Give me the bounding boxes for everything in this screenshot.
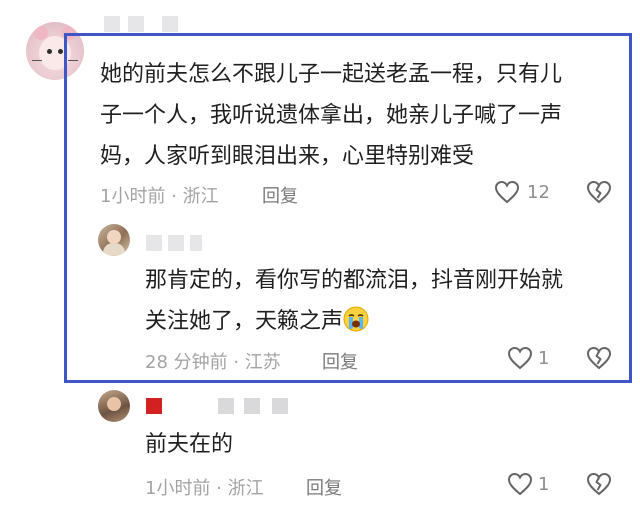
- username-blur: [190, 235, 202, 251]
- broken-heart-icon[interactable]: [586, 180, 612, 204]
- username-blur: [168, 235, 184, 251]
- comment-meta: 1小时前 · 浙江: [145, 478, 264, 499]
- username-blur: [162, 16, 178, 32]
- reply-button[interactable]: 回复: [306, 474, 342, 500]
- like-count: 12: [527, 182, 550, 203]
- comment-meta: 1小时前 · 浙江: [100, 186, 219, 207]
- like-count: 1: [538, 348, 550, 369]
- broken-heart-icon[interactable]: [586, 346, 612, 370]
- username-blur: [244, 398, 260, 414]
- comment-line: 关注她了，天籁之声: [145, 301, 369, 342]
- reply-button[interactable]: 回复: [262, 182, 298, 208]
- comment-line: 前夫在的: [145, 432, 234, 457]
- username-blur: [146, 398, 162, 414]
- heart-outline-icon[interactable]: [494, 180, 520, 204]
- username-blur: [218, 398, 234, 414]
- comment-line: 她的前夫怎么不跟儿子一起送老孟一程，只有儿: [100, 62, 563, 87]
- avatar[interactable]: [98, 390, 130, 422]
- crying-face-icon: [343, 306, 369, 332]
- like-count: 1: [538, 474, 550, 495]
- username-blur: [272, 398, 288, 414]
- avatar[interactable]: [98, 224, 130, 256]
- username-blur: [146, 235, 162, 251]
- heart-outline-icon[interactable]: [507, 472, 533, 496]
- username-blur: [104, 16, 120, 32]
- comment-line: 妈，人家听到眼泪出来，心里特别难受: [100, 144, 475, 169]
- reply-button[interactable]: 回复: [322, 348, 358, 374]
- comment-meta: 28 分钟前 · 江苏: [145, 352, 281, 373]
- heart-outline-icon[interactable]: [507, 346, 533, 370]
- broken-heart-icon[interactable]: [586, 472, 612, 496]
- comment-line: 那肯定的，看你写的都流泪，抖音刚开始就: [145, 268, 564, 293]
- comment-line: 子一个人，我听说遗体拿出，她亲儿子喊了一声: [100, 103, 563, 128]
- username-blur: [128, 16, 144, 32]
